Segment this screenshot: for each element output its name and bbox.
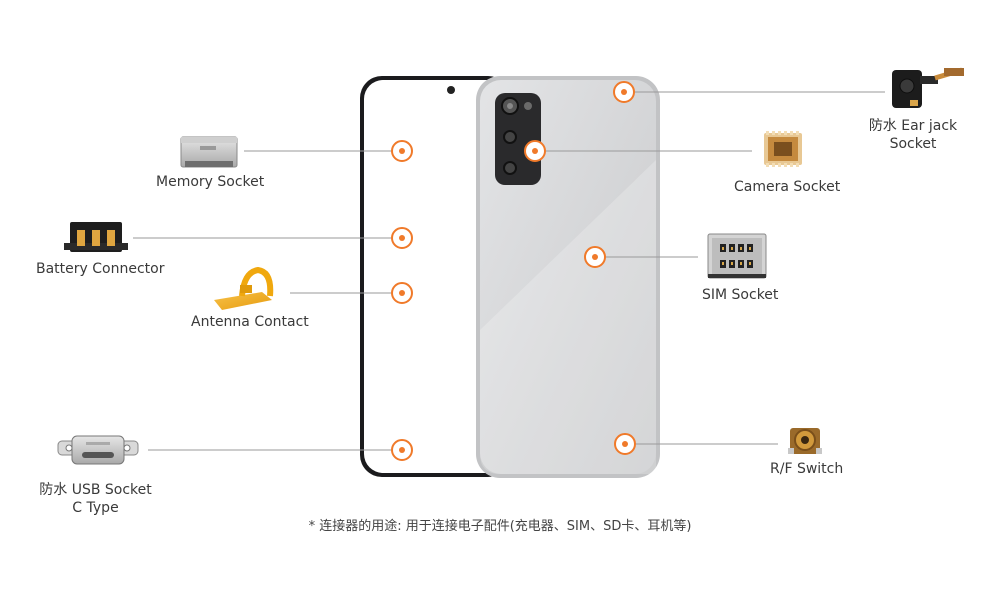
ear-jack-label-line1: 防水 Ear jack (868, 118, 958, 134)
marker-camera (524, 140, 546, 162)
antenna-contact-label: Antenna Contact (191, 314, 309, 330)
ear-jack-label: 防水 Ear jack Socket (862, 117, 964, 153)
sim-socket-label: SIM Socket (702, 287, 779, 303)
memory-socket-icon (180, 136, 238, 168)
camera-socket-icon (764, 131, 802, 167)
antenna-contact-icon (214, 266, 274, 310)
camera-socket-label: Camera Socket (734, 179, 841, 195)
usb-socket-label: 防水 USB Socket C Type (38, 481, 153, 517)
ear-jack-label-line2: Socket (889, 136, 937, 152)
ear-jack-socket-icon (892, 67, 964, 108)
sim-socket-icon (707, 233, 767, 279)
marker-memory (391, 140, 413, 162)
battery-connector-icon (64, 222, 128, 252)
memory-socket-label: Memory Socket (156, 174, 265, 190)
usb-socket-label-line1: 防水 USB Socket (39, 482, 152, 498)
marker-sim (584, 246, 606, 268)
phone-back (476, 76, 660, 478)
front-camera-icon (447, 86, 455, 94)
marker-ear-jack (613, 81, 635, 103)
battery-connector-label: Battery Connector (36, 261, 165, 277)
footnote: * 连接器的用途: 用于连接电子配件(充电器、SIM、SD卡、耳机等) (308, 519, 692, 534)
marker-battery (391, 227, 413, 249)
rf-switch-icon (788, 428, 822, 454)
marker-antenna (391, 282, 413, 304)
usb-c-socket-icon (57, 435, 139, 465)
rf-switch-label: R/F Switch (770, 461, 844, 477)
marker-usb (391, 439, 413, 461)
connector-diagram: Memory Socket Battery Connector Antenna … (0, 0, 1000, 600)
marker-rf (614, 433, 636, 455)
